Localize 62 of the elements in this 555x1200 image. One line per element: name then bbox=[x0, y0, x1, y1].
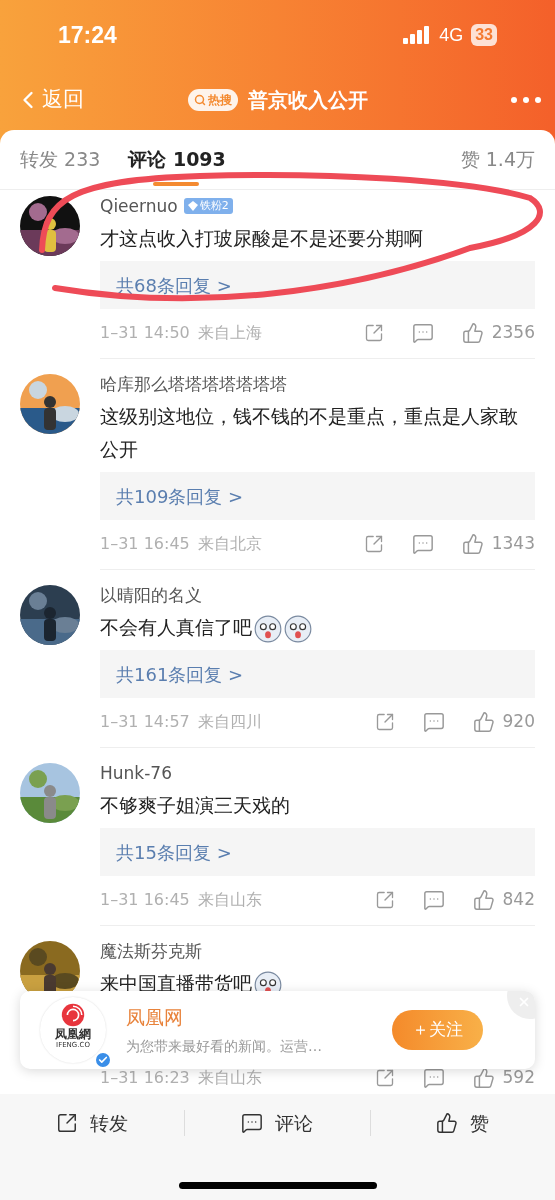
tab-underline bbox=[153, 181, 200, 186]
emoji-icon bbox=[254, 614, 282, 643]
comment-time: 1–31 14:50 bbox=[100, 322, 190, 344]
action-button[interactable]: 评论 bbox=[185, 1108, 370, 1138]
comment-time: 1–31 16:45 bbox=[100, 889, 190, 911]
thumbs-up-icon[interactable] bbox=[436, 1112, 459, 1134]
badge-label: 铁粉2 bbox=[199, 198, 229, 214]
like-count: 842 bbox=[502, 888, 535, 912]
user-name[interactable]: 以晴阳的名义 bbox=[100, 584, 202, 606]
comment-text: 才这点收入打玻尿酸是不是还要分期啊 bbox=[100, 227, 423, 249]
tab[interactable]: 评论 1093 bbox=[128, 130, 226, 190]
share-icon[interactable] bbox=[56, 1112, 79, 1134]
battery-indicator: 33 bbox=[471, 24, 497, 46]
hot-search-badge[interactable]: 热搜 bbox=[187, 89, 238, 111]
search-icon bbox=[193, 94, 206, 106]
signal-icon bbox=[403, 26, 432, 44]
back-button[interactable]: 返回 bbox=[14, 84, 84, 116]
comment-time: 1–31 14:57 bbox=[100, 711, 190, 733]
user-name[interactable]: 魔法斯芬克斯 bbox=[100, 940, 202, 962]
emoji-icon bbox=[284, 614, 312, 643]
thumbs-up-icon[interactable] bbox=[472, 711, 495, 733]
check-icon bbox=[98, 1055, 108, 1065]
account-description: 为您带来最好看的新闻。运营… bbox=[126, 1036, 323, 1056]
tab[interactable]: 转发 233 bbox=[20, 130, 101, 190]
user-name[interactable]: Hunk-76 bbox=[100, 762, 172, 784]
diamond-icon bbox=[187, 201, 198, 211]
like-count: 592 bbox=[502, 1066, 535, 1090]
replies-link[interactable]: 共109条回复 > bbox=[100, 472, 535, 520]
follow-button[interactable]: ＋关注 bbox=[392, 1010, 483, 1050]
status-time: 17:24 bbox=[58, 20, 117, 50]
comment-text: 不会有人真信了吧 bbox=[100, 616, 252, 638]
account-name[interactable]: 凤凰网 bbox=[126, 1003, 382, 1032]
replies-link[interactable]: 共68条回复 > bbox=[100, 261, 535, 309]
comment-location: 来自北京 bbox=[197, 533, 262, 555]
user-name[interactable]: Qieernuo bbox=[100, 195, 178, 217]
comment-time: 1–31 16:45 bbox=[100, 533, 190, 555]
comment-text: 这级别这地位，钱不钱的不是重点，重点是人家敢公开 bbox=[100, 405, 518, 460]
network-label: 4G bbox=[439, 23, 464, 47]
comment-location: 来自四川 bbox=[197, 711, 262, 733]
logo-text: 凤凰網 bbox=[55, 1026, 91, 1041]
thumbs-up-icon[interactable] bbox=[461, 322, 484, 344]
comment-location: 来自山东 bbox=[197, 889, 262, 911]
tab[interactable]: 赞 1.4万 bbox=[460, 130, 535, 190]
page-title: 普京收入公开 bbox=[247, 87, 368, 114]
like-count: 1343 bbox=[491, 532, 535, 556]
action-button[interactable]: 转发 bbox=[0, 1108, 185, 1138]
thumbs-up-icon[interactable] bbox=[472, 1067, 495, 1089]
like-count: 920 bbox=[502, 710, 535, 734]
logo-icon bbox=[61, 1002, 85, 1027]
comment-text: 不够爽子姐演三天戏的 bbox=[100, 794, 290, 816]
comment-icon[interactable] bbox=[241, 1112, 264, 1134]
more-icon[interactable] bbox=[511, 97, 541, 103]
action-button[interactable]: 赞 bbox=[370, 1108, 555, 1138]
replies-link[interactable]: 共161条回复 > bbox=[100, 650, 535, 698]
like-count: 2356 bbox=[491, 321, 535, 345]
comment-location: 来自山东 bbox=[197, 1067, 262, 1089]
user-name[interactable]: 哈库那么塔塔塔塔塔塔塔 bbox=[100, 373, 287, 395]
comment-time: 1–31 16:23 bbox=[100, 1067, 190, 1089]
thumbs-up-icon[interactable] bbox=[472, 889, 495, 911]
thumbs-up-icon[interactable] bbox=[461, 533, 484, 555]
replies-link[interactable]: 共15条回复 > bbox=[100, 828, 535, 876]
comment-location: 来自上海 bbox=[197, 322, 262, 344]
